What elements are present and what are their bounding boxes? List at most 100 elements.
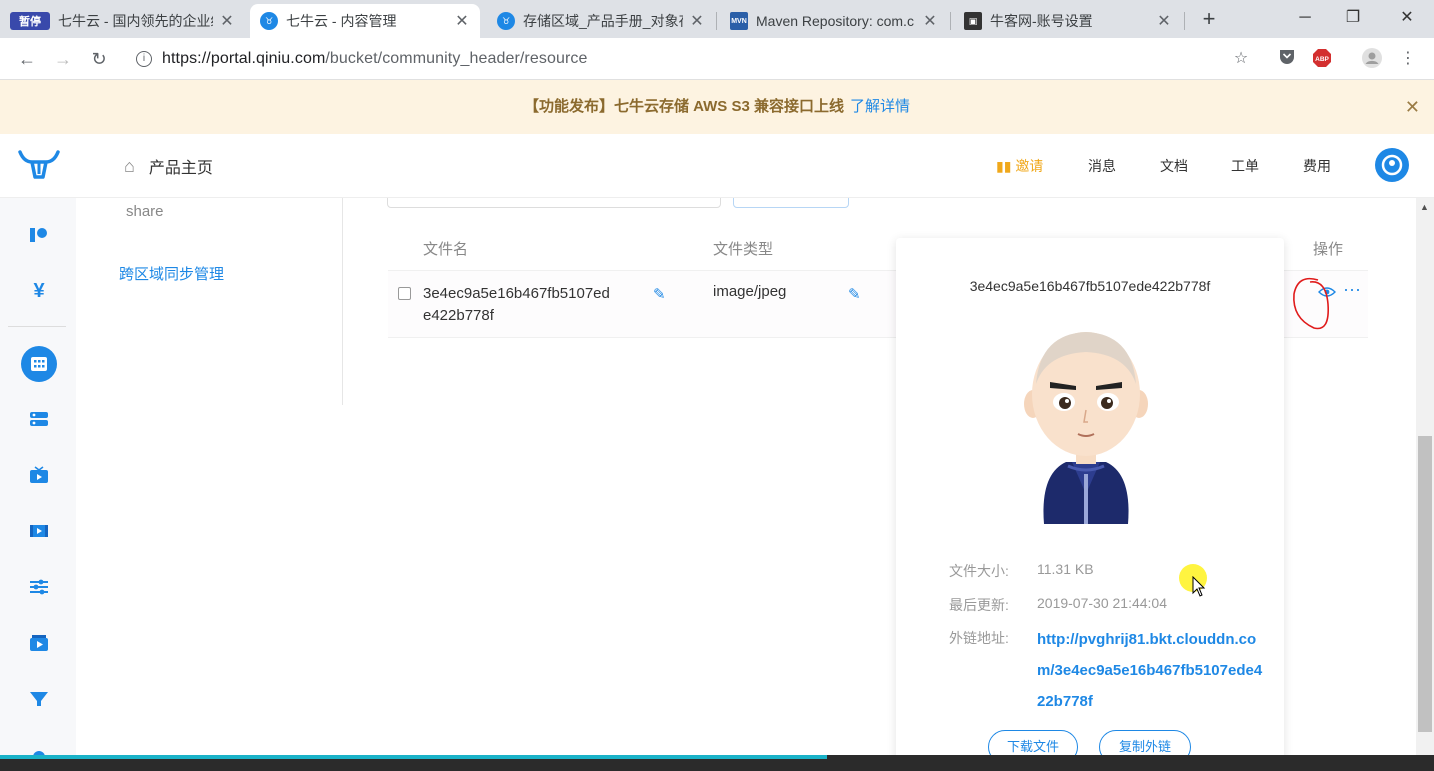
adblock-icon[interactable]: ABP — [1311, 48, 1333, 70]
browser-tab[interactable]: ▣ 牛客网-账号设置 ✕ — [954, 4, 1182, 38]
video-film-icon[interactable] — [26, 518, 52, 544]
row-checkbox[interactable] — [398, 287, 411, 300]
updated-value: 2019-07-30 21:44:04 — [1037, 595, 1167, 611]
tab-title: Maven Repository: com.c — [756, 13, 914, 29]
bucket-sub-navigation: share 跨区域同步管理 — [76, 198, 343, 405]
docs-link[interactable]: 文档 — [1160, 156, 1188, 176]
size-value: 11.31 KB — [1037, 561, 1094, 577]
column-header-filetype[interactable]: 文件类型 — [713, 238, 773, 259]
browser-tab-strip: 暂停 七牛云 - 国内领先的企业级 ✕ ♉ 七牛云 - 内容管理 ✕ ♉ 存储区… — [0, 0, 1434, 38]
announcement-bar: 【功能发布】七牛云存储 AWS S3 兼容接口上线 了解详情 ✕ — [0, 80, 1434, 134]
window-close-icon[interactable]: ✕ — [1384, 4, 1430, 32]
profile-icon[interactable] — [1361, 48, 1383, 70]
updated-label: 最后更新: — [949, 597, 1009, 613]
url-text: https://portal.qiniu.com/bucket/communit… — [162, 50, 588, 67]
new-tab-plus-icon[interactable]: + — [1197, 6, 1221, 32]
file-type: image/jpeg — [713, 283, 787, 300]
edit-type-pencil-icon[interactable]: ✎ — [848, 285, 861, 303]
pocket-icon[interactable] — [1276, 48, 1298, 70]
qiniu-logo-icon[interactable] — [18, 150, 60, 183]
nowcoder-icon: ▣ — [964, 12, 982, 30]
ticket-link[interactable]: 工单 — [1231, 156, 1259, 176]
qiniu-icon: ♉ — [497, 12, 515, 30]
scroll-up-arrow-icon[interactable]: ▲ — [1420, 202, 1429, 212]
overview-icon[interactable] — [26, 222, 52, 248]
tab-separator — [716, 12, 717, 30]
gift-icon: ▮▮ — [996, 158, 1012, 174]
preview-file-key: 3e4ec9a5e16b467fb5107ede422b778f — [969, 278, 1211, 294]
subnav-item-share[interactable]: share — [126, 203, 164, 220]
qiniu-icon: ♉ — [260, 12, 278, 30]
storage-grid-icon[interactable] — [21, 346, 57, 382]
tab-title: 存储区域_产品手册_对象存 — [523, 13, 683, 29]
media-play-icon[interactable] — [26, 630, 52, 656]
forward-arrow-icon[interactable]: → — [50, 46, 76, 72]
announcement-text: 【功能发布】七牛云存储 AWS S3 兼容接口上线 — [523, 98, 844, 115]
annotation-circle — [1293, 277, 1330, 330]
tab-title: 七牛云 - 内容管理 — [286, 13, 397, 29]
vertical-scrollbar[interactable]: ▲ ▼ — [1416, 198, 1434, 771]
video-progress-fill[interactable] — [0, 755, 828, 759]
tab-separator — [950, 12, 951, 30]
subnav-item-cross-region-sync[interactable]: 跨区域同步管理 — [119, 263, 224, 284]
filter-funnel-icon[interactable] — [26, 686, 52, 712]
announcement-close-icon[interactable]: ✕ — [1405, 97, 1420, 118]
video-player-bar — [0, 755, 1434, 771]
file-preview-popover: 3e4ec9a5e16b467fb5107ede422b778f 文件大小: 1… — [896, 238, 1284, 771]
size-label: 文件大小: — [949, 563, 1009, 579]
announcement-message: 【功能发布】七牛云存储 AWS S3 兼容接口上线 了解详情 — [0, 80, 1434, 134]
rail-divider — [8, 326, 66, 327]
browser-tab[interactable]: ♉ 存储区域_产品手册_对象存 ✕ — [487, 4, 715, 38]
preview-image — [1006, 324, 1166, 537]
home-label: 产品主页 — [148, 160, 213, 177]
minimize-icon[interactable]: ─ — [1282, 4, 1328, 32]
invite-label: 邀请 — [1015, 158, 1044, 174]
mouse-pointer-icon — [1192, 576, 1206, 597]
tab-title: 牛客网-账号设置 — [990, 13, 1093, 29]
public-url-link[interactable]: http://pvghrij81.bkt.clouddn.com/3e4ec9a… — [1037, 624, 1269, 717]
more-actions-icon[interactable]: ··· — [1343, 279, 1361, 300]
menu-kebab-icon[interactable]: ⋮ — [1397, 48, 1419, 70]
tab-close-icon[interactable]: ✕ — [689, 11, 705, 31]
tab-close-icon[interactable]: ✕ — [922, 11, 938, 31]
home-link[interactable]: ⌂ 产品主页 — [124, 154, 213, 178]
scrollbar-thumb[interactable] — [1418, 436, 1432, 732]
edit-name-pencil-icon[interactable]: ✎ — [653, 285, 666, 303]
billing-link[interactable]: 费用 — [1303, 156, 1331, 176]
browser-toolbar: ← → ↻ i https://portal.qiniu.com/bucket/… — [0, 38, 1434, 80]
browser-tab[interactable]: MVN Maven Repository: com.c ✕ — [720, 4, 948, 38]
settings-sliders-icon[interactable] — [26, 574, 52, 600]
finance-yen-icon[interactable]: ¥ — [26, 278, 52, 304]
search-button[interactable] — [733, 198, 849, 208]
bookmark-star-icon[interactable]: ☆ — [1230, 48, 1252, 70]
user-avatar[interactable] — [1375, 148, 1409, 182]
tab-close-icon[interactable]: ✕ — [1156, 11, 1172, 31]
home-icon: ⌂ — [124, 155, 135, 176]
link-label: 外链地址: — [949, 630, 1009, 646]
product-icon-rail: ¥ — [0, 198, 76, 771]
live-tv-icon[interactable] — [26, 462, 52, 488]
messages-link[interactable]: 消息 — [1088, 156, 1116, 176]
tab-separator — [1184, 12, 1185, 30]
site-info-icon[interactable]: i — [136, 51, 152, 67]
address-bar[interactable]: i https://portal.qiniu.com/bucket/commun… — [124, 44, 1264, 74]
mvn-icon: MVN — [730, 12, 748, 30]
tab-close-icon[interactable]: ✕ — [454, 11, 470, 31]
pause-badge-icon: 暂停 — [10, 12, 50, 30]
app-header: ⌂ 产品主页 ▮▮ 邀请 消息 文档 工单 费用 — [0, 134, 1434, 198]
svg-text:ABP: ABP — [1315, 56, 1329, 63]
announcement-link[interactable]: 了解详情 — [850, 98, 910, 115]
restore-icon[interactable]: ❐ — [1330, 4, 1376, 32]
tab-close-icon[interactable]: ✕ — [219, 11, 235, 31]
tab-title: 七牛云 - 国内领先的企业级 — [58, 13, 213, 29]
cdn-icon[interactable] — [26, 406, 52, 432]
column-header-filename[interactable]: 文件名 — [423, 238, 468, 259]
file-name: 3e4ec9a5e16b467fb5107ede422b778f — [423, 285, 610, 324]
browser-tab[interactable]: 暂停 七牛云 - 国内领先的企业级 ✕ — [0, 4, 245, 38]
reload-icon[interactable]: ↻ — [86, 46, 112, 72]
column-header-ops: 操作 — [1313, 241, 1344, 258]
browser-tab-active[interactable]: ♉ 七牛云 - 内容管理 ✕ — [250, 4, 480, 38]
invite-link[interactable]: ▮▮ 邀请 — [996, 156, 1043, 176]
search-input[interactable] — [387, 198, 721, 208]
back-arrow-icon[interactable]: ← — [14, 46, 40, 72]
